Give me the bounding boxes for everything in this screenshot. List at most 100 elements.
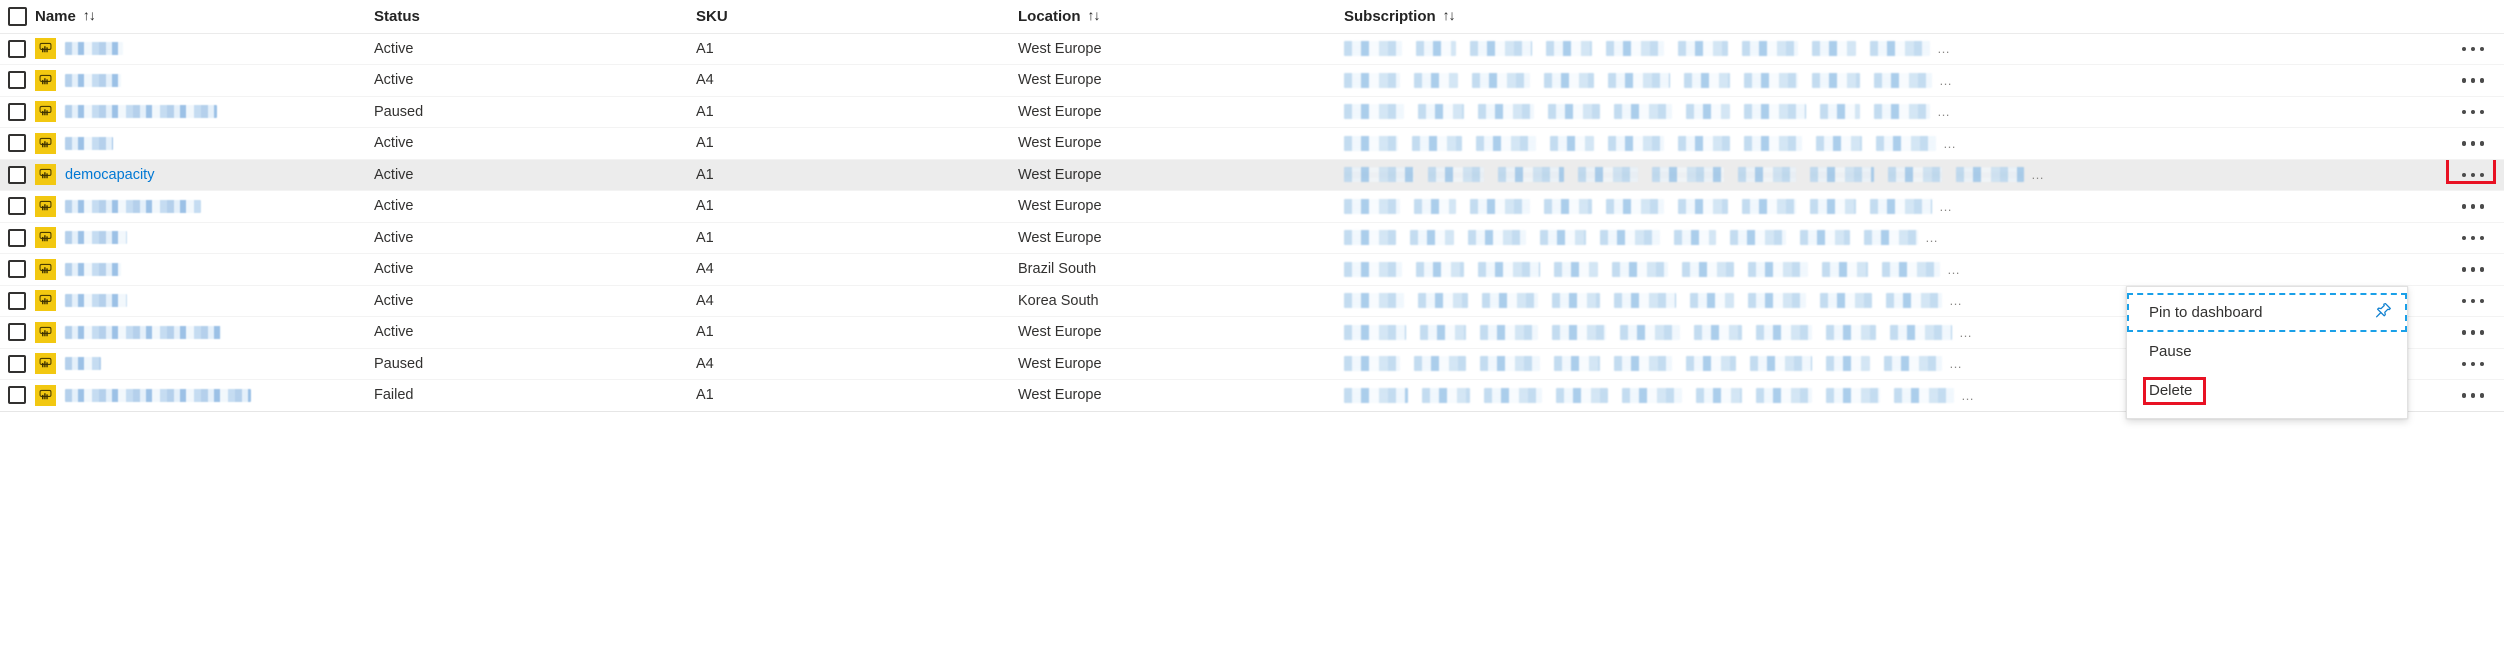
subscription-redacted	[1886, 293, 1942, 309]
column-header-location[interactable]: Location ↑↓	[1016, 0, 1342, 34]
row-more-button[interactable]	[2461, 67, 2485, 93]
sku-cell: A1	[694, 33, 1016, 65]
subscription-redacted	[1894, 387, 1954, 403]
table-row[interactable]: Active A4 Brazil South…	[0, 253, 2504, 286]
row-more-button[interactable]	[2461, 162, 2485, 188]
row-more-button[interactable]	[2461, 351, 2485, 377]
ellipsis-dot-icon	[2461, 298, 2467, 303]
ellipsis-dot-icon	[2461, 109, 2467, 114]
column-header-name-label: Name	[35, 7, 76, 25]
subscription-redacted	[1498, 167, 1564, 183]
row-more-button[interactable]	[2461, 36, 2485, 62]
subscription-redacted	[1686, 356, 1736, 372]
row-checkbox[interactable]	[8, 134, 26, 153]
sort-arrows-icon[interactable]: ↑↓	[83, 8, 96, 22]
row-checkbox[interactable]	[8, 39, 26, 58]
subscription-redacted	[1552, 324, 1606, 340]
location-cell: West Europe	[1016, 222, 1342, 254]
row-checkbox[interactable]	[8, 71, 26, 90]
sort-arrows-icon[interactable]: ↑↓	[1088, 8, 1101, 22]
row-select-cell	[0, 348, 34, 380]
name-cell	[34, 348, 372, 380]
select-all-checkbox[interactable]	[7, 6, 27, 26]
row-checkbox[interactable]	[8, 102, 26, 121]
ellipsis-dot-icon	[2470, 46, 2476, 51]
row-more-button[interactable]	[2461, 193, 2485, 219]
sku-cell: A1	[694, 96, 1016, 128]
row-more-button[interactable]	[2461, 382, 2485, 408]
column-header-subscription[interactable]: Subscription ↑↓	[1342, 0, 2442, 34]
row-checkbox[interactable]	[8, 228, 26, 247]
table-row[interactable]: Active A4 West Europe…	[0, 64, 2504, 97]
row-more-button[interactable]	[2461, 319, 2485, 345]
capacity-name-redacted[interactable]	[65, 199, 201, 213]
menu-item-delete[interactable]: Delete	[2127, 371, 2407, 410]
row-select-cell	[0, 96, 34, 128]
column-header-sku-label: SKU	[696, 7, 728, 25]
subscription-cell: …	[1342, 96, 2442, 128]
capacity-name-redacted[interactable]	[65, 105, 217, 119]
row-context-menu[interactable]: Pin to dashboard Pause Delete	[2126, 286, 2408, 419]
name-cell	[34, 222, 372, 254]
row-checkbox[interactable]	[8, 165, 26, 184]
sku-cell: A4	[694, 253, 1016, 286]
row-more-button[interactable]	[2461, 288, 2485, 314]
capacities-list-page: Name ↑↓ Status SKU Location ↑↓ Subscript…	[0, 0, 2504, 665]
subscription-cell: …	[1342, 253, 2442, 286]
row-actions-cell	[2442, 285, 2504, 317]
subscription-redacted	[1344, 41, 1402, 57]
subscription-redacted	[1344, 167, 1414, 183]
table-row[interactable]: democapacity Active A1 West Europe…	[0, 159, 2504, 191]
row-more-button-wrapper	[2442, 256, 2504, 282]
sort-arrows-icon[interactable]: ↑↓	[1443, 8, 1456, 22]
menu-item-pause[interactable]: Pause	[2127, 332, 2407, 371]
capacity-name-redacted[interactable]	[65, 388, 251, 402]
column-header-sku[interactable]: SKU	[694, 0, 1016, 34]
subscription-redacted	[1744, 72, 1798, 88]
row-actions-cell	[2442, 222, 2504, 254]
subscription-redacted	[1684, 72, 1730, 88]
table-row[interactable]: Active A1 West Europe…	[0, 222, 2504, 254]
row-more-button[interactable]	[2461, 256, 2485, 282]
power-bi-capacity-icon	[35, 69, 56, 91]
column-header-name[interactable]: Name ↑↓	[34, 0, 372, 34]
row-more-button-wrapper	[2442, 130, 2504, 156]
capacity-name-redacted[interactable]	[65, 262, 121, 276]
status-cell: Active	[372, 253, 694, 286]
ellipsis-dot-icon	[2479, 235, 2485, 240]
table-row[interactable]: Active A1 West Europe…	[0, 127, 2504, 160]
row-checkbox[interactable]	[8, 386, 26, 405]
ellipsis-dot-icon	[2470, 361, 2476, 366]
row-checkbox[interactable]	[8, 291, 26, 310]
row-checkbox[interactable]	[8, 197, 26, 216]
menu-item-pin-to-dashboard[interactable]: Pin to dashboard	[2127, 293, 2407, 332]
subscription-redacted	[1694, 324, 1742, 340]
power-bi-capacity-icon	[35, 164, 56, 186]
subscription-truncation-ellipsis: …	[1937, 104, 1950, 120]
column-header-status[interactable]: Status	[372, 0, 694, 34]
row-checkbox[interactable]	[8, 354, 26, 373]
row-more-button[interactable]	[2461, 225, 2485, 251]
table-row[interactable]: Active A1 West Europe…	[0, 33, 2504, 65]
row-checkbox[interactable]	[8, 323, 26, 342]
row-more-button[interactable]	[2461, 99, 2485, 125]
capacity-name-redacted[interactable]	[65, 42, 123, 56]
capacity-name-redacted[interactable]	[65, 294, 127, 308]
capacity-name-redacted[interactable]	[65, 325, 221, 339]
capacity-name-redacted[interactable]	[65, 231, 127, 245]
row-more-button-wrapper	[2442, 319, 2504, 345]
capacity-name-link[interactable]: democapacity	[65, 167, 154, 183]
ellipsis-dot-icon	[2461, 361, 2467, 366]
ellipsis-dot-icon	[2479, 109, 2485, 114]
capacity-name-redacted[interactable]	[65, 357, 101, 371]
row-more-button[interactable]	[2461, 130, 2485, 156]
table-row[interactable]: Paused A1 West Europe…	[0, 96, 2504, 128]
location-cell: Korea South	[1016, 285, 1342, 317]
table-row[interactable]: Active A1 West Europe…	[0, 190, 2504, 223]
capacity-name-redacted[interactable]	[65, 73, 121, 87]
capacity-name-redacted[interactable]	[65, 136, 113, 150]
subscription-redacted	[1468, 230, 1526, 246]
power-bi-capacity-icon	[35, 227, 56, 249]
row-checkbox[interactable]	[8, 260, 26, 279]
subscription-redacted	[1884, 356, 1942, 372]
